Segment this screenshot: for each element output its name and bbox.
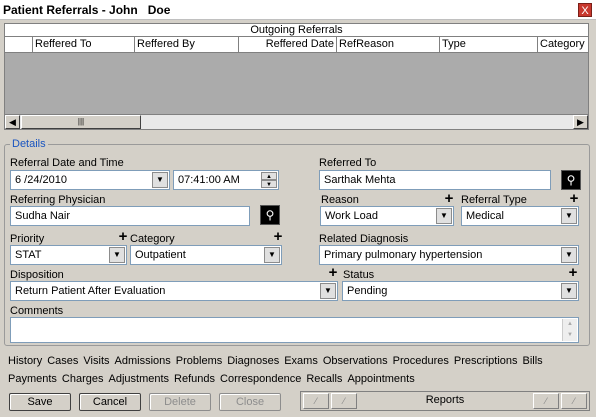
grid-body[interactable] [4,53,589,114]
time-spinner[interactable]: ▲ ▼ [261,172,277,188]
priority-label: Priority [10,233,45,245]
spin-up-icon[interactable]: ▲ [261,172,277,180]
link-visits[interactable]: Visits [83,355,109,367]
scroll-thumb[interactable]: ||| [21,115,141,129]
referral-type-value: Medical [466,210,504,222]
reason-select[interactable]: Work Load ▼ [320,206,454,226]
comments-textarea[interactable]: ▲ ▼ [10,317,579,343]
scroll-right-icon[interactable]: ▶ [573,115,588,129]
grid-col-referred-to[interactable]: Reffered To [32,37,134,52]
add-disposition-icon[interactable]: + [327,265,339,280]
grid-header: Reffered To Reffered By Reffered Date Re… [4,37,589,53]
magnifier-icon[interactable]: ⚲ [260,205,280,225]
link-payments[interactable]: Payments [8,373,57,385]
grid-col-selector [5,37,32,52]
add-referral-type-icon[interactable]: + [568,191,580,206]
referral-type-select[interactable]: Medical ▼ [461,206,579,226]
status-value: Pending [347,285,388,297]
link-adjustments[interactable]: Adjustments [109,373,170,385]
scroll-left-icon[interactable]: ◀ [5,115,20,129]
related-diagnosis-value: Primary pulmonary hypertension [324,249,483,261]
link-prescriptions[interactable]: Prescriptions [454,355,518,367]
grid-horizontal-scrollbar[interactable]: ◀ ||| ▶ [4,114,589,130]
referral-date-label: Referral Date and Time [10,157,124,169]
link-correspondence[interactable]: Correspondence [220,373,301,385]
save-button[interactable]: Save [9,393,71,411]
referring-physician-field[interactable]: Sudha Nair [10,206,250,226]
disposition-select[interactable]: Return Patient After Evaluation ▼ [10,281,338,301]
referred-to-value: Sarthak Mehta [324,174,396,186]
delete-button[interactable]: Delete [149,393,211,411]
referral-time-value: 07:41:00 AM [178,174,240,186]
title-bar: Patient Referrals - John Doe [0,0,596,20]
referring-physician-label: Referring Physician [10,194,106,206]
chevron-down-icon[interactable]: ▼ [152,172,168,188]
chevron-down-icon[interactable]: ▼ [109,247,125,263]
referred-to-field[interactable]: Sarthak Mehta [319,170,551,190]
category-label: Category [130,233,175,245]
grid-col-type[interactable]: Type [439,37,537,52]
reports-bar: ⁄ ⁄ Reports ⁄ ⁄ [300,391,590,411]
details-legend: Details [10,138,48,150]
nav-links-row-2: Payments Charges Adjustments Refunds Corresp… [8,373,420,385]
link-procedures[interactable]: Procedures [393,355,449,367]
link-recalls[interactable]: Recalls [306,373,342,385]
comments-scrollbar[interactable]: ▲ ▼ [562,319,577,341]
chevron-down-icon[interactable]: ▼ [561,283,577,299]
priority-select[interactable]: STAT ▼ [10,245,127,265]
close-window-button[interactable]: X [578,3,592,17]
add-category-icon[interactable]: + [272,229,284,244]
reason-value: Work Load [325,210,378,222]
link-admissions[interactable]: Admissions [115,355,171,367]
close-button[interactable]: Close [219,393,281,411]
link-charges[interactable]: Charges [62,373,104,385]
nav-links-row-1: History Cases Visits Admissions Problems Diag… [8,355,548,367]
link-appointments[interactable]: Appointments [347,373,414,385]
chevron-down-icon[interactable]: ▼ [264,247,280,263]
magnifier-icon[interactable]: ⚲ [561,170,581,190]
referral-date-picker[interactable]: 6 /24/2010 ▼ [10,170,170,190]
link-history[interactable]: History [8,355,42,367]
comments-label: Comments [10,305,64,317]
link-exams[interactable]: Exams [284,355,318,367]
grid-col-refreason[interactable]: RefReason [336,37,439,52]
disposition-value: Return Patient After Evaluation [15,285,166,297]
chevron-down-icon[interactable]: ▼ [320,283,336,299]
referral-date-value: 6 /24/2010 [15,174,67,186]
reason-label: Reason [321,194,359,206]
grid-col-category[interactable]: Category [537,37,590,52]
link-problems[interactable]: Problems [176,355,222,367]
related-diagnosis-label: Related Diagnosis [319,233,409,245]
referring-physician-value: Sudha Nair [15,210,71,222]
link-cases[interactable]: Cases [47,355,78,367]
priority-value: STAT [15,249,42,261]
disposition-label: Disposition [10,269,64,281]
reports-last-icon[interactable]: ⁄ [561,393,587,409]
link-refunds[interactable]: Refunds [174,373,215,385]
status-select[interactable]: Pending ▼ [342,281,579,301]
reports-next-icon[interactable]: ⁄ [533,393,559,409]
status-label: Status [343,269,375,281]
referral-type-label: Referral Type [461,194,527,206]
add-reason-icon[interactable]: + [443,191,455,206]
grid-caption: Outgoing Referrals [4,23,589,37]
chevron-down-icon[interactable]: ▼ [561,247,577,263]
link-diagnoses[interactable]: Diagnoses [227,355,279,367]
chevron-down-icon[interactable]: ▼ [436,208,452,224]
category-select[interactable]: Outpatient ▼ [130,245,282,265]
grid-col-referred-date[interactable]: Reffered Date [238,37,336,52]
window-title: Patient Referrals - John Doe [3,3,171,17]
referral-time-field[interactable]: 07:41:00 AM ▲ ▼ [173,170,279,190]
spin-down-icon[interactable]: ▼ [261,180,277,188]
add-priority-icon[interactable]: + [117,229,129,244]
chevron-down-icon[interactable]: ▼ [561,208,577,224]
link-bills[interactable]: Bills [523,355,543,367]
link-observations[interactable]: Observations [323,355,388,367]
referred-to-label: Referred To [319,157,377,169]
cancel-button[interactable]: Cancel [79,393,141,411]
category-value: Outpatient [135,249,186,261]
add-status-icon[interactable]: + [567,265,579,280]
related-diagnosis-select[interactable]: Primary pulmonary hypertension ▼ [319,245,579,265]
grid-col-referred-by[interactable]: Reffered By [134,37,238,52]
